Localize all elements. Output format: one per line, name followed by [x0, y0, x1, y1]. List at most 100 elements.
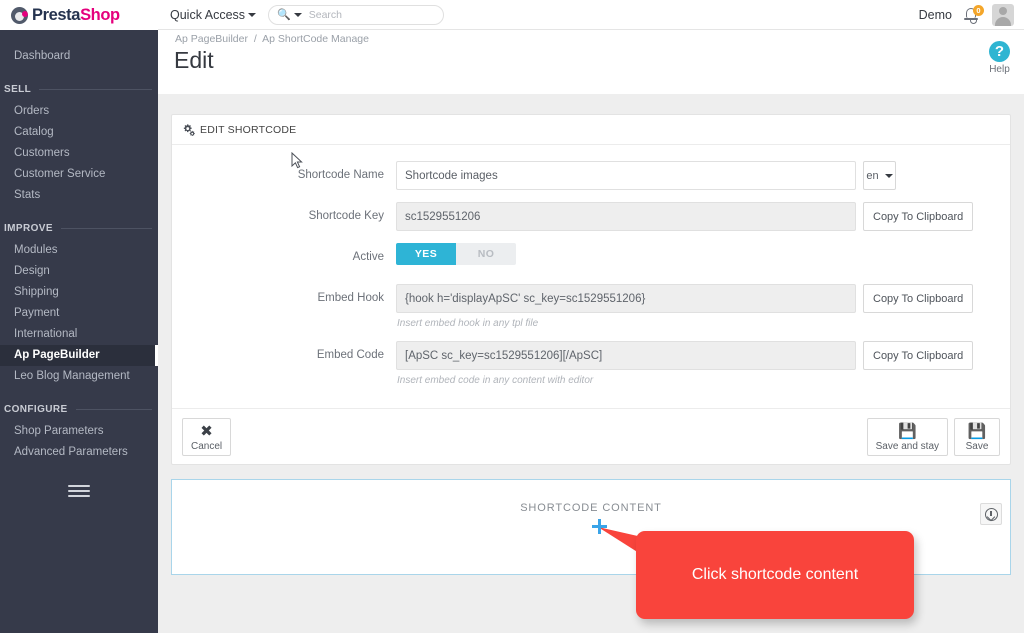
- page-header: Ap PageBuilder / Ap ShortCode Manage Edi…: [158, 31, 1024, 94]
- sidebar-item-orders[interactable]: Orders: [0, 101, 158, 122]
- shortcode-name-input[interactable]: [396, 161, 856, 190]
- sidebar-section-label: SELL: [4, 84, 32, 95]
- sidebar-item-label: Catalog: [14, 126, 54, 138]
- save-and-stay-button[interactable]: 💾 Save and stay: [866, 417, 948, 456]
- sidebar: PrestaShop Dashboard SELL Orders Catalog…: [0, 0, 158, 633]
- language-selector-label: en: [866, 169, 879, 182]
- cogs-icon: [182, 123, 195, 137]
- sidebar-item-label: Orders: [14, 105, 50, 117]
- panel-heading-label: EDIT SHORTCODE: [200, 123, 297, 136]
- sidebar-item-advanced-parameters[interactable]: Advanced Parameters: [0, 442, 158, 463]
- sidebar-item-label: Shipping: [14, 286, 59, 298]
- embed-code-input[interactable]: [396, 341, 856, 370]
- sidebar-item-dashboard[interactable]: Dashboard: [0, 46, 158, 67]
- sidebar-item-label: Dashboard: [14, 50, 71, 62]
- active-toggle-no[interactable]: NO: [456, 243, 516, 265]
- sidebar-item-customers[interactable]: Customers: [0, 143, 158, 164]
- copy-embed-code-button[interactable]: Copy To Clipboard: [863, 341, 974, 370]
- prestashop-logo-icon: [11, 6, 28, 24]
- sidebar-item-design[interactable]: Design: [0, 261, 158, 282]
- sidebar-section-label: CONFIGURE: [4, 404, 68, 415]
- floppy-disk-icon: 💾: [897, 422, 917, 440]
- shortcode-content-title: SHORTCODE CONTENT: [520, 502, 662, 514]
- embed-hook-hint: Insert embed hook in any tpl file: [397, 318, 539, 329]
- breadcrumb-separator: /: [253, 33, 257, 45]
- save-button[interactable]: 💾 Save: [954, 417, 1000, 456]
- copy-embed-hook-button[interactable]: Copy To Clipboard: [863, 284, 974, 313]
- panel-footer: ✖ Cancel 💾 Save and stay 💾 Save: [172, 408, 1010, 464]
- embed-code-hint: Insert embed code in any content with ed…: [397, 375, 594, 386]
- divider: [39, 89, 152, 90]
- sidebar-item-modules[interactable]: Modules: [0, 240, 158, 261]
- embed-hook-control: Copy To Clipboard Insert embed hook in a…: [396, 284, 974, 329]
- chevron-down-icon: [884, 173, 893, 178]
- circle-down-arrow-icon[interactable]: [980, 503, 1002, 525]
- search-placeholder: Search: [308, 8, 343, 21]
- embed-code-control: Copy To Clipboard Insert embed code in a…: [396, 341, 974, 386]
- cancel-button[interactable]: ✖ Cancel: [182, 417, 232, 456]
- help-label: Help: [989, 64, 1010, 75]
- quick-access-label: Quick Access: [170, 7, 246, 22]
- mouse-pointer-icon: [291, 152, 303, 169]
- sidebar-item-international[interactable]: International: [0, 324, 158, 345]
- search-input[interactable]: 🔍 Search: [268, 4, 445, 25]
- sidebar-section-improve: IMPROVE: [0, 223, 158, 234]
- active-toggle-yes[interactable]: YES: [396, 243, 456, 265]
- help-button[interactable]: ? Help: [989, 41, 1010, 75]
- save-and-stay-label: Save and stay: [875, 440, 939, 452]
- sidebar-item-ap-pagebuilder[interactable]: Ap PageBuilder: [0, 345, 158, 366]
- language-selector[interactable]: en: [863, 161, 896, 190]
- sidebar-item-shipping[interactable]: Shipping: [0, 282, 158, 303]
- cancel-button-label: Cancel: [191, 440, 223, 452]
- embed-code-label: Embed Code: [316, 349, 384, 361]
- quick-access-menu[interactable]: Quick Access: [170, 7, 257, 22]
- breadcrumb: Ap PageBuilder / Ap ShortCode Manage: [175, 33, 369, 45]
- breadcrumb-current[interactable]: Ap ShortCode Manage: [262, 33, 369, 45]
- sidebar-item-label: Ap PageBuilder: [14, 349, 100, 361]
- divider: [60, 228, 152, 229]
- form-row-embed-hook: Embed Hook Copy To Clipboard Insert embe…: [172, 284, 1010, 329]
- shortcode-key-input[interactable]: [396, 202, 856, 231]
- page-title: Edit: [174, 47, 214, 73]
- sidebar-item-leo-blog-management[interactable]: Leo Blog Management: [0, 366, 158, 387]
- copy-shortcode-key-button[interactable]: Copy To Clipboard: [863, 202, 974, 231]
- sidebar-item-label: Payment: [14, 307, 60, 319]
- embed-hook-label: Embed Hook: [317, 292, 384, 304]
- close-x-icon: ✖: [200, 422, 213, 440]
- shortcode-key-control: Copy To Clipboard: [396, 202, 974, 231]
- sidebar-item-catalog[interactable]: Catalog: [0, 122, 158, 143]
- form-row-shortcode-key: Shortcode Key Copy To Clipboard: [172, 202, 1010, 231]
- sidebar-section-configure: CONFIGURE: [0, 404, 158, 415]
- shortcode-name-control: en: [396, 161, 896, 190]
- embed-hook-inline: Copy To Clipboard: [396, 284, 974, 313]
- shortcode-name-label: Shortcode Name: [297, 169, 384, 181]
- panel-body: Shortcode Name en Shortcode Key Copy: [172, 145, 1010, 408]
- embed-hook-input[interactable]: [396, 284, 856, 313]
- sidebar-item-label: Leo Blog Management: [14, 370, 130, 382]
- question-mark-icon: ?: [989, 41, 1010, 62]
- notifications-bell-icon[interactable]: 0: [964, 4, 984, 25]
- circle-glyph: [984, 507, 998, 521]
- sidebar-item-label: International: [14, 328, 78, 340]
- breadcrumb-parent[interactable]: Ap PageBuilder: [175, 33, 248, 45]
- sidebar-item-label: Design: [14, 265, 50, 277]
- hamburger-icon[interactable]: [68, 485, 90, 497]
- brand-text-shop: Shop: [80, 5, 120, 24]
- notification-badge: 0: [973, 4, 984, 16]
- sidebar-section-sell: SELL: [0, 84, 158, 95]
- shortcode-key-label: Shortcode Key: [308, 210, 384, 222]
- panel-header: EDIT SHORTCODE: [172, 115, 1010, 145]
- sidebar-item-stats[interactable]: Stats: [0, 185, 158, 206]
- sidebar-item-payment[interactable]: Payment: [0, 303, 158, 324]
- sidebar-item-shop-parameters[interactable]: Shop Parameters: [0, 421, 158, 442]
- sidebar-item-label: Modules: [14, 244, 58, 256]
- shop-name-link[interactable]: Demo: [919, 8, 952, 22]
- callout-tooltip: Click shortcode content: [636, 531, 914, 619]
- brand-logo[interactable]: PrestaShop: [0, 0, 158, 30]
- sidebar-item-label: Stats: [14, 189, 41, 201]
- active-toggle[interactable]: YES NO: [396, 243, 516, 265]
- sidebar-item-customer-service[interactable]: Customer Service: [0, 164, 158, 185]
- form-row-embed-code: Embed Code Copy To Clipboard Insert embe…: [172, 341, 1010, 386]
- brand-text-presta: Presta: [32, 5, 81, 24]
- avatar[interactable]: [992, 3, 1014, 26]
